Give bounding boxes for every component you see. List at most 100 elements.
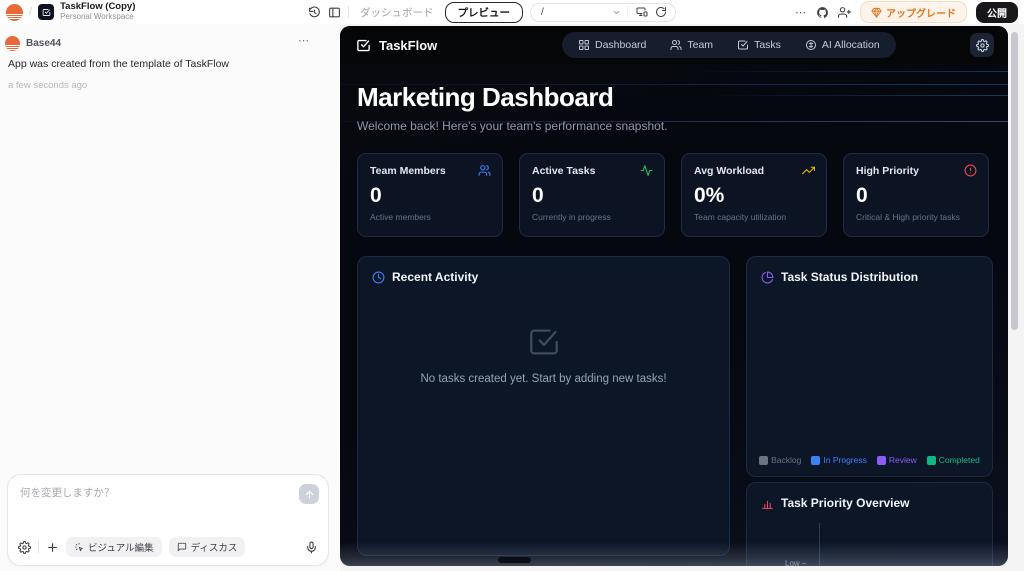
chevron-down-icon — [612, 8, 621, 17]
ai-brain-icon — [805, 39, 817, 51]
visual-edit-button[interactable]: ビジュアル編集 — [66, 537, 162, 557]
refresh-icon — [655, 6, 667, 18]
base44-logo-icon[interactable] — [6, 4, 23, 21]
chat-message: App was created from the template of Tas… — [8, 58, 308, 70]
message-sender: Base44 — [26, 38, 61, 49]
stat-label: Team Members — [370, 165, 490, 177]
route-path: / — [541, 7, 544, 18]
layout-grid-icon — [578, 39, 590, 51]
user-plus-icon — [838, 6, 851, 19]
users-icon — [478, 164, 491, 177]
check-square-icon — [42, 8, 51, 17]
toggle-sidebar-button[interactable] — [328, 6, 341, 19]
preview-settings-button[interactable] — [970, 33, 994, 57]
stat-card-team-members: Team Members 0 Active members — [357, 153, 503, 237]
mic-button[interactable] — [305, 541, 318, 554]
stat-value: 0% — [694, 184, 814, 208]
topbar: / TaskFlow (Copy) Personal Workspace ダッシ… — [0, 0, 1024, 24]
nav-ai-allocation[interactable]: AI Allocation — [805, 39, 880, 51]
attach-button[interactable] — [46, 541, 59, 554]
mic-icon — [305, 541, 318, 554]
divider — [348, 6, 349, 18]
clock-icon — [372, 271, 385, 284]
message-square-icon — [177, 542, 187, 552]
nav-tasks[interactable]: Tasks — [737, 39, 781, 51]
github-button[interactable] — [816, 6, 829, 19]
history-icon — [308, 6, 321, 19]
device-toggle-button[interactable] — [636, 6, 648, 18]
tab-preview[interactable]: プレビュー — [445, 2, 524, 23]
users-icon — [670, 39, 682, 51]
divider — [38, 541, 39, 553]
input-settings-button[interactable] — [18, 541, 31, 554]
breadcrumb-separator: / — [29, 6, 32, 18]
stat-card-avg-workload: Avg Workload 0% Team capacity utilizatio… — [681, 153, 827, 237]
stat-caption: Team capacity utilization — [694, 212, 814, 222]
preview-app-name: TaskFlow — [379, 38, 437, 53]
preview-app-header: TaskFlow Dashboard Team Tasks AI Allocat… — [340, 26, 1008, 64]
taskflow-logo-icon — [356, 38, 371, 53]
stat-card-active-tasks: Active Tasks 0 Currently in progress — [519, 153, 665, 237]
publish-button[interactable]: 公開 — [976, 2, 1018, 23]
chart-legend: Backlog In Progress Review Completed — [747, 455, 992, 465]
invite-user-button[interactable] — [838, 6, 851, 19]
chat-input[interactable] — [20, 485, 280, 525]
nav-team[interactable]: Team — [670, 39, 713, 51]
vertical-scrollbar[interactable] — [1011, 32, 1018, 330]
workspace-name: Personal Workspace — [60, 13, 135, 22]
stat-label: Active Tasks — [532, 165, 652, 177]
legend-item-backlog[interactable]: Backlog — [759, 455, 801, 465]
stat-caption: Active members — [370, 212, 490, 222]
legend-item-in-progress[interactable]: In Progress — [811, 455, 866, 465]
empty-message: No tasks created yet. Start by adding ne… — [420, 373, 666, 385]
alert-circle-icon — [964, 164, 977, 177]
app-icon[interactable] — [38, 4, 54, 20]
discuss-button[interactable]: ディスカス — [169, 537, 246, 557]
chat-input-card: ビジュアル編集 ディスカス — [7, 474, 329, 566]
recent-activity-title: Recent Activity — [392, 270, 478, 284]
activity-icon — [640, 164, 653, 177]
chat-panel: Base44 ⋯ App was created from the templa… — [0, 24, 340, 571]
app-preview: TaskFlow Dashboard Team Tasks AI Allocat… — [340, 26, 1008, 566]
send-button[interactable] — [299, 484, 319, 504]
page-subtitle: Welcome back! Here's your team's perform… — [357, 119, 668, 133]
nav-dashboard[interactable]: Dashboard — [578, 39, 646, 51]
gear-icon — [18, 541, 31, 554]
legend-item-review[interactable]: Review — [877, 455, 917, 465]
legend-item-completed[interactable]: Completed — [927, 455, 980, 465]
message-timestamp: a few seconds ago — [8, 80, 87, 91]
stat-value: 0 — [532, 184, 652, 208]
page-title: Marketing Dashboard — [357, 82, 613, 113]
stat-value: 0 — [370, 184, 490, 208]
stats-row: Team Members 0 Active members Active Tas… — [357, 153, 989, 237]
priority-overview-title: Task Priority Overview — [781, 496, 910, 510]
route-select[interactable]: / — [531, 7, 627, 18]
more-options-button[interactable]: ⋯ — [795, 6, 807, 19]
url-bar: / — [530, 3, 676, 22]
arrow-up-icon — [304, 489, 315, 500]
empty-state: No tasks created yet. Start by adding ne… — [358, 325, 729, 385]
trending-up-icon — [802, 164, 815, 177]
refresh-button[interactable] — [655, 6, 667, 18]
gem-icon — [871, 7, 882, 18]
horizontal-scrollbar[interactable] — [498, 557, 531, 563]
history-button[interactable] — [308, 6, 321, 19]
glow-line — [687, 71, 1008, 72]
preview-nav: Dashboard Team Tasks AI Allocation — [562, 32, 896, 58]
preview-bottom-fade — [340, 542, 1008, 566]
glow-line — [707, 95, 1008, 96]
upgrade-button[interactable]: アップグレード — [860, 1, 967, 23]
monitor-smartphone-icon — [636, 6, 648, 18]
status-distribution-panel: Task Status Distribution Backlog In Prog… — [746, 256, 993, 477]
sparkle-cursor-icon — [74, 542, 84, 552]
stat-caption: Critical & High priority tasks — [856, 212, 976, 222]
legend-swatch — [811, 456, 820, 465]
base44-avatar — [5, 36, 20, 51]
panel-left-icon — [328, 6, 341, 19]
stat-label: Avg Workload — [694, 165, 814, 177]
tab-dashboard[interactable]: ダッシュボード — [356, 5, 438, 20]
stat-card-high-priority: High Priority 0 Critical & High priority… — [843, 153, 989, 237]
check-square-icon — [527, 325, 561, 359]
check-square-icon — [737, 39, 749, 51]
message-menu-button[interactable]: ⋯ — [298, 34, 310, 47]
